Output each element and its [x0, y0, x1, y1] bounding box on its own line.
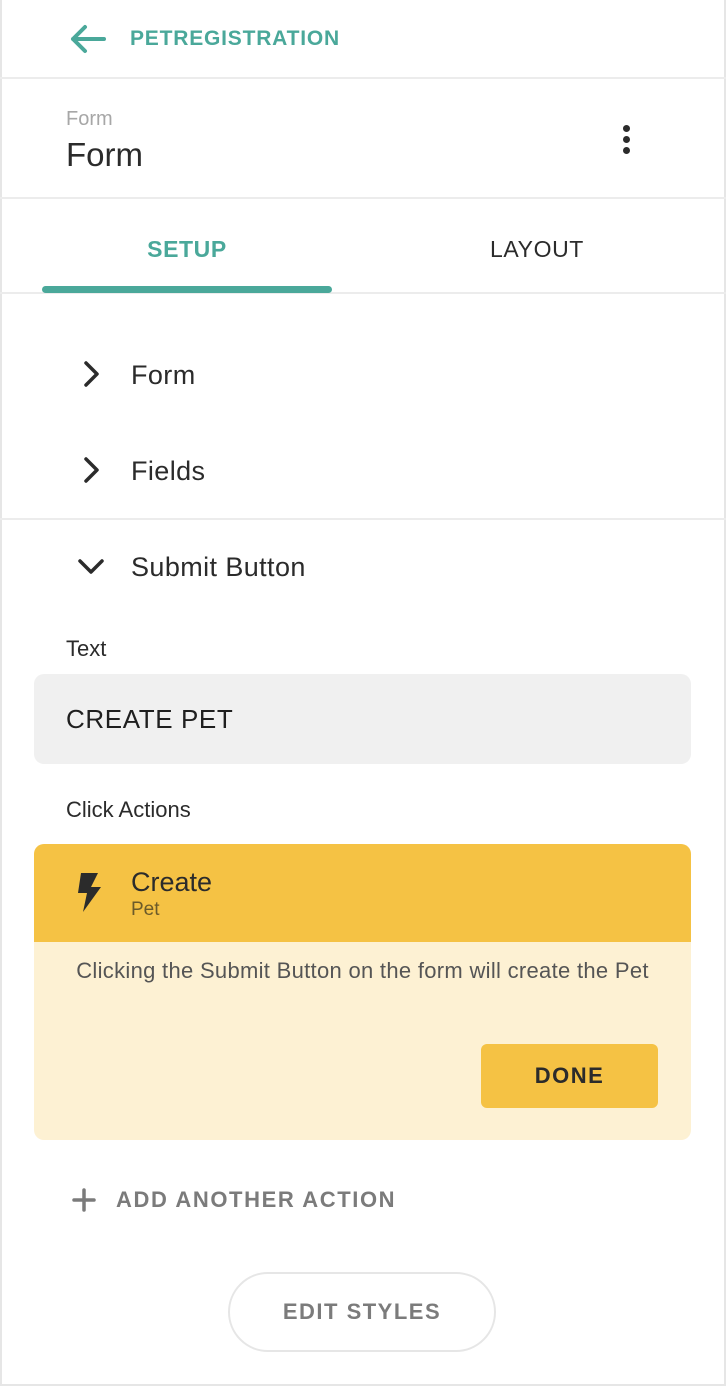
tab-layout[interactable]: LAYOUT: [362, 235, 712, 263]
tab-setup[interactable]: SETUP: [42, 235, 332, 263]
tab-bar: SETUP LAYOUT: [0, 199, 726, 294]
click-actions-label: Click Actions: [66, 797, 191, 822]
more-vertical-icon: [622, 124, 630, 132]
section-fields[interactable]: Fields: [0, 423, 726, 519]
panel-header: Form Form: [0, 79, 726, 199]
action-description: Clicking the Submit Button on the form w…: [76, 958, 649, 983]
action-card-header[interactable]: Create Pet: [34, 844, 691, 942]
text-field-label: Text: [66, 636, 107, 661]
done-button[interactable]: DONE: [481, 1044, 658, 1108]
lightning-icon: [78, 873, 101, 912]
edit-styles-button[interactable]: EDIT STYLES: [228, 1272, 496, 1352]
action-title: Create: [131, 867, 213, 897]
chevron-down-icon: [78, 559, 104, 574]
add-another-action-button[interactable]: ADD ANOTHER ACTION: [66, 1182, 396, 1218]
more-options-button[interactable]: [608, 119, 644, 159]
breadcrumb: Form: [66, 108, 113, 130]
back-link-label[interactable]: PETREGISTRATION: [130, 26, 340, 52]
page-title: Form: [66, 136, 143, 173]
action-subtitle: Pet: [131, 899, 160, 920]
active-tab-indicator: [42, 286, 332, 293]
action-card: Create Pet Clicking the Submit Button on…: [34, 844, 691, 1140]
section-form-label: Form: [131, 360, 196, 390]
plus-icon: [72, 1188, 96, 1212]
section-submit-button[interactable]: Submit Button: [0, 519, 726, 615]
arrow-left-icon: [71, 25, 106, 53]
chevron-right-icon: [84, 457, 99, 483]
section-submit-button-label: Submit Button: [131, 552, 306, 582]
section-form[interactable]: Form: [0, 327, 726, 423]
back-button[interactable]: [66, 18, 108, 60]
add-another-action-label: ADD ANOTHER ACTION: [116, 1187, 397, 1212]
top-bar: PETREGISTRATION: [0, 0, 726, 79]
chevron-right-icon: [84, 361, 99, 387]
section-fields-label: Fields: [131, 456, 206, 486]
button-text-input[interactable]: [34, 674, 691, 764]
